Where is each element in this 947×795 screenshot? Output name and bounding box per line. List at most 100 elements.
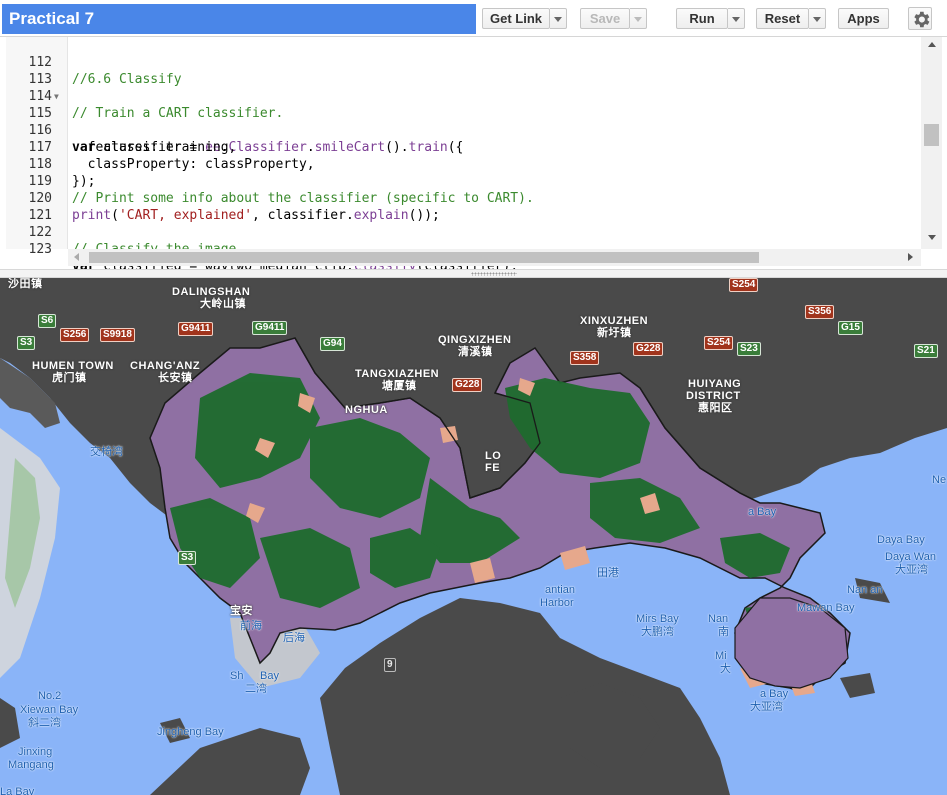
code-line[interactable]: 113 xyxy=(6,54,916,87)
code-line[interactable]: 119 // Print some info about the classif… xyxy=(6,156,916,206)
drag-grip-icon xyxy=(471,272,517,276)
label-xiewan-bay: Xiewan Bay xyxy=(20,704,79,716)
label-shekou: Sh xyxy=(230,670,244,682)
label-changan: CHANG'ANZ xyxy=(130,360,201,372)
road-shield: S9918 xyxy=(100,328,135,342)
label-mirs-bay: Mirs Bay xyxy=(636,613,679,625)
label-fe: FE xyxy=(485,462,501,474)
scroll-down-icon[interactable] xyxy=(928,235,936,240)
label-district: DISTRICT xyxy=(686,390,741,402)
code-line[interactable]: 117 classProperty: classProperty, xyxy=(6,122,916,172)
label-huiyang-cn: 惠阳区 xyxy=(698,402,733,414)
label-humen-cn: 虎门镇 xyxy=(52,372,87,384)
label-xiewan-cn: 斜二湾 xyxy=(28,717,61,729)
label-tangxiazhen: TANGXIAZHEN xyxy=(355,368,440,380)
label-daya-wan: Daya Wan xyxy=(885,551,936,563)
label-mirs-cn: 大鹏湾 xyxy=(641,626,674,638)
label-a-bay: a Bay xyxy=(748,506,777,518)
label-xinxu-cn: 新圩镇 xyxy=(597,327,632,339)
label-jiaoyi-bay: 交椅湾 xyxy=(90,446,123,458)
road-shield: S356 xyxy=(805,305,835,319)
label-humen-town: HUMEN TOWN xyxy=(32,360,114,372)
code-line[interactable]: 114 // Train a CART classifier. xyxy=(6,71,916,121)
settings-button[interactable] xyxy=(908,7,932,30)
code-line[interactable]: 112 //6.6 Classify xyxy=(6,37,916,87)
road-shield: S3 xyxy=(17,336,36,350)
road-shield: S3 xyxy=(178,551,197,565)
label-baoan-cn: 宝安 xyxy=(230,605,253,617)
label-changan-cn: 长安镇 xyxy=(158,372,193,384)
label-shenzhen-bay: Bay xyxy=(260,670,279,682)
road-shield: S254 xyxy=(704,336,734,350)
scroll-thumb[interactable] xyxy=(924,124,939,146)
code-line[interactable]: 118 }); xyxy=(6,139,916,189)
code-editor[interactable]: 112 //6.6 Classify 113 114 // Train a CA… xyxy=(0,37,947,274)
label-shatian-cn: 沙田镇 xyxy=(8,278,43,290)
editor-vertical-scrollbar[interactable] xyxy=(921,37,942,249)
label-yantian: antian xyxy=(545,584,575,596)
label-jingheng-bay: Jingheng Bay xyxy=(157,726,224,738)
label-nan: Nan xyxy=(708,613,729,625)
editor-toolbar: Practical 7 Get Link Save Run Reset Apps xyxy=(0,0,947,37)
label-ne: Ne xyxy=(932,474,947,486)
map-view[interactable]: DALINGSHAN 大岭山镇 HUMEN TOWN 虎门镇 CHANG'ANZ… xyxy=(0,278,947,795)
label-mi: Mi xyxy=(715,650,727,662)
scroll-thumb[interactable] xyxy=(89,252,759,263)
code-line[interactable]: 124 xyxy=(6,241,916,249)
label-mawan-bay: Mawan Bay xyxy=(797,602,855,614)
road-shield: G228 xyxy=(633,342,664,356)
label-daya-cn: 大亚湾 xyxy=(895,564,928,576)
code-line[interactable]: 120 print('CART, explained', classifier.… xyxy=(6,173,916,223)
save-dropdown-icon[interactable] xyxy=(630,8,647,29)
script-title[interactable]: Practical 7 xyxy=(2,4,476,34)
road-shield: S256 xyxy=(60,328,90,342)
scroll-right-icon[interactable] xyxy=(908,253,913,261)
label-jinxing: Jinxing xyxy=(18,746,53,758)
label-mangang: Mangang xyxy=(8,759,54,771)
run-dropdown-icon[interactable] xyxy=(728,8,745,29)
label-dapeng-cn: 大亚湾 xyxy=(750,701,783,713)
get-link-button[interactable]: Get Link xyxy=(482,8,550,29)
land-island-2 xyxy=(840,673,875,698)
label-shenzhen-bay-cn: 二湾 xyxy=(245,683,267,695)
road-shield: G94 xyxy=(320,337,345,351)
label-huiyang: HUIYANG xyxy=(688,378,742,390)
fold-arrow-icon[interactable]: ▼ xyxy=(54,88,59,105)
apps-button[interactable]: Apps xyxy=(838,8,889,29)
label-harbor: Harbor xyxy=(540,597,574,609)
label-houhai-cn: 后海 xyxy=(283,632,305,644)
road-shield: 9 xyxy=(384,658,396,672)
reset-button[interactable]: Reset xyxy=(756,8,809,29)
scroll-up-icon[interactable] xyxy=(928,42,936,47)
road-shield: S21 xyxy=(914,344,938,358)
road-shield: S358 xyxy=(570,351,600,365)
code-line[interactable]: 123 var classified = waytwo_median_clip.… xyxy=(6,224,916,274)
code-line[interactable]: 116 features: training, xyxy=(6,105,916,155)
label-dapeng-bay: a Bay xyxy=(760,688,789,700)
label-qianhai-cn: 前海 xyxy=(240,620,262,632)
label-fenghua: NGHUA xyxy=(345,404,388,416)
scroll-left-icon[interactable] xyxy=(74,253,79,261)
save-button[interactable]: Save xyxy=(580,8,630,29)
land-island-5 xyxy=(0,698,20,748)
label-qingxizhen: QINGXIZHEN xyxy=(438,334,512,346)
editor-horizontal-scrollbar[interactable] xyxy=(68,249,921,266)
label-xinxuzhen: XINXUZHEN xyxy=(580,315,649,327)
road-shield: G9411 xyxy=(178,322,214,336)
code-line[interactable]: 115 ▼ var classifier = ee.Classifier.smi… xyxy=(6,88,916,155)
get-link-dropdown-icon[interactable] xyxy=(550,8,567,29)
reset-dropdown-icon[interactable] xyxy=(809,8,826,29)
road-shield: S254 xyxy=(729,278,759,292)
code-line[interactable]: 121 xyxy=(6,190,916,223)
code-line[interactable]: 122 // Classify the image. xyxy=(6,207,916,257)
gear-icon xyxy=(914,11,930,28)
panel-resize-handle[interactable] xyxy=(0,269,947,278)
label-tangxia-cn: 塘厦镇 xyxy=(382,380,417,392)
label-nan-cn: 南 xyxy=(718,626,729,638)
road-shield: S6 xyxy=(38,314,57,328)
road-shield: G228 xyxy=(452,378,483,392)
run-button[interactable]: Run xyxy=(676,8,728,29)
label-yantian-cn: 田港 xyxy=(597,567,619,579)
label-lo: LO xyxy=(485,450,502,462)
road-shield: S23 xyxy=(737,342,761,356)
